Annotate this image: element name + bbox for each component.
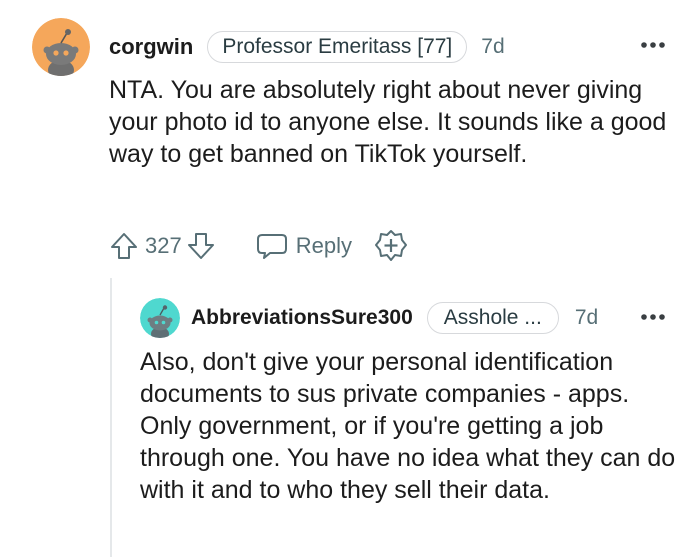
award-button[interactable] [374, 229, 408, 263]
vote-count: 327 [145, 233, 182, 258]
avatar[interactable] [32, 18, 90, 76]
upvote-arrow-icon [111, 233, 137, 259]
downvote-arrow-icon [187, 233, 214, 259]
more-options-icon[interactable] [640, 312, 666, 322]
snoo-avatar-icon [140, 298, 180, 338]
comment-header: corgwin Professor Emeritass [77] 7d [109, 30, 505, 64]
comment-thread: corgwin Professor Emeritass [77] 7d NTA.… [0, 0, 700, 557]
reply-avatar[interactable] [140, 298, 180, 338]
more-options-icon[interactable] [640, 40, 666, 50]
award-plus-icon [374, 230, 407, 261]
downvote-button[interactable] [186, 231, 216, 261]
user-flair: Professor Emeritass [77] [207, 31, 468, 63]
reply-header: AbbreviationsSure300 Asshole ... 7d [191, 301, 598, 335]
snoo-avatar-icon [32, 18, 90, 76]
reply-timestamp: 7d [574, 306, 599, 329]
comment-actions: 327 Reply [109, 228, 408, 264]
reply-button[interactable]: Reply [256, 231, 352, 261]
thread-line[interactable] [110, 278, 112, 557]
upvote-button[interactable] [109, 231, 139, 261]
speech-bubble-icon [256, 234, 287, 259]
reply-user-flair: Asshole ... [426, 302, 559, 334]
comment-body: NTA. You are absolutely right about neve… [109, 76, 667, 168]
reply-label: Reply [295, 233, 352, 258]
username[interactable]: corgwin [109, 34, 193, 60]
reply-body: Also, don't give your personal identific… [140, 348, 676, 504]
reply-username[interactable]: AbbreviationsSure300 [191, 306, 413, 330]
timestamp: 7d [481, 35, 505, 58]
